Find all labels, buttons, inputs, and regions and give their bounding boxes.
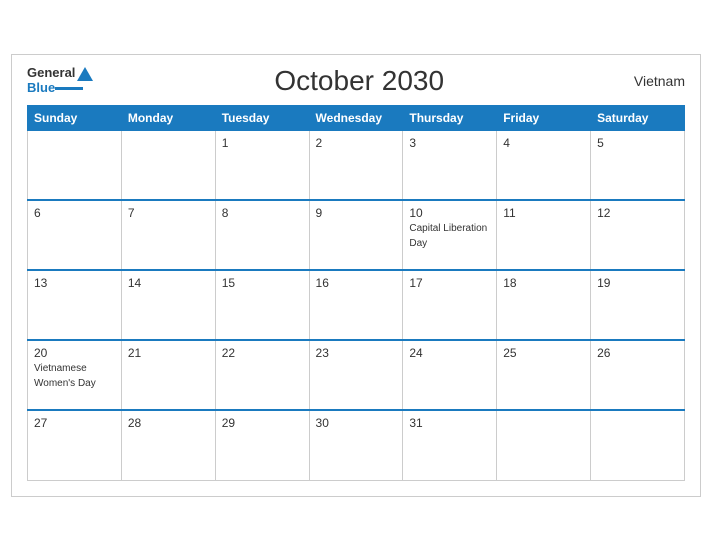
calendar-cell: 27	[28, 410, 122, 480]
calendar-cell: 26	[591, 340, 685, 410]
calendar-week-row: 6789 10 Capital Liberation Day 11 12	[28, 200, 685, 270]
day-number: 28	[128, 416, 209, 430]
day-number: 3	[409, 136, 490, 150]
calendar-cell: 12	[591, 200, 685, 270]
logo-blue-text: Blue	[27, 81, 55, 95]
day-number: 14	[128, 276, 209, 290]
day-number: 4	[503, 136, 584, 150]
day-number: 15	[222, 276, 303, 290]
calendar-cell: 20 Vietnamese Women's Day	[28, 340, 122, 410]
day-number: 21	[128, 346, 209, 360]
calendar-table: Sunday Monday Tuesday Wednesday Thursday…	[27, 105, 685, 481]
header-friday: Friday	[497, 105, 591, 130]
day-number: 24	[409, 346, 490, 360]
logo: General Blue	[27, 66, 93, 95]
logo-underline	[55, 87, 83, 90]
calendar-cell: 24	[403, 340, 497, 410]
month-year-title: October 2030	[93, 65, 625, 97]
day-number: 16	[316, 276, 397, 290]
day-number: 10	[409, 206, 490, 220]
logo-general-text: General	[27, 66, 75, 80]
day-number: 5	[597, 136, 678, 150]
header-thursday: Thursday	[403, 105, 497, 130]
calendar-cell: 8	[215, 200, 309, 270]
day-number: 25	[503, 346, 584, 360]
calendar-cell: 10 Capital Liberation Day	[403, 200, 497, 270]
day-number: 17	[409, 276, 490, 290]
day-number: 2	[316, 136, 397, 150]
header-tuesday: Tuesday	[215, 105, 309, 130]
calendar-cell: 18	[497, 270, 591, 340]
calendar-cell: 28	[121, 410, 215, 480]
weekday-header-row: Sunday Monday Tuesday Wednesday Thursday…	[28, 105, 685, 130]
calendar-week-row: 13 14 15 16 17 18 19	[28, 270, 685, 340]
day-number: 23	[316, 346, 397, 360]
day-number: 11	[503, 206, 584, 220]
calendar-cell: 4	[497, 130, 591, 200]
day-number: 9	[316, 206, 397, 220]
logo-triangle-icon	[77, 67, 93, 81]
calendar-cell: 2	[309, 130, 403, 200]
header-wednesday: Wednesday	[309, 105, 403, 130]
day-number: 1	[222, 136, 303, 150]
header-saturday: Saturday	[591, 105, 685, 130]
day-number: 30	[316, 416, 397, 430]
header-monday: Monday	[121, 105, 215, 130]
day-number: 22	[222, 346, 303, 360]
calendar-cell	[497, 410, 591, 480]
calendar-cell: 31	[403, 410, 497, 480]
calendar-week-row: 12345	[28, 130, 685, 200]
calendar-header: General Blue October 2030 Vietnam	[27, 65, 685, 97]
day-number: 20	[34, 346, 115, 360]
calendar-cell: 1	[215, 130, 309, 200]
calendar-cell: 9	[309, 200, 403, 270]
day-number: 7	[128, 206, 209, 220]
event-text: Capital Liberation Day	[409, 223, 487, 249]
calendar-cell: 22	[215, 340, 309, 410]
day-number: 27	[34, 416, 115, 430]
calendar-cell	[28, 130, 122, 200]
calendar-cell	[591, 410, 685, 480]
calendar-cell: 19	[591, 270, 685, 340]
calendar-cell: 23	[309, 340, 403, 410]
calendar-cell: 30	[309, 410, 403, 480]
calendar-cell: 16	[309, 270, 403, 340]
calendar-cell: 15	[215, 270, 309, 340]
day-number: 31	[409, 416, 490, 430]
day-number: 18	[503, 276, 584, 290]
calendar-cell: 13	[28, 270, 122, 340]
header-sunday: Sunday	[28, 105, 122, 130]
calendar-cell: 29	[215, 410, 309, 480]
day-number: 13	[34, 276, 115, 290]
day-number: 29	[222, 416, 303, 430]
day-number: 19	[597, 276, 678, 290]
day-number: 8	[222, 206, 303, 220]
calendar-container: General Blue October 2030 Vietnam Sunday…	[11, 54, 701, 497]
calendar-cell	[121, 130, 215, 200]
day-number: 6	[34, 206, 115, 220]
calendar-cell: 21	[121, 340, 215, 410]
calendar-week-row: 20 Vietnamese Women's Day 21 22 23 24 25 26	[28, 340, 685, 410]
calendar-week-row: 27 28 29 30 31	[28, 410, 685, 480]
calendar-cell: 17	[403, 270, 497, 340]
day-number: 12	[597, 206, 678, 220]
calendar-cell: 7	[121, 200, 215, 270]
calendar-cell: 14	[121, 270, 215, 340]
calendar-cell: 25	[497, 340, 591, 410]
calendar-cell: 6	[28, 200, 122, 270]
country-label: Vietnam	[625, 73, 685, 89]
day-number: 26	[597, 346, 678, 360]
calendar-cell: 3	[403, 130, 497, 200]
event-text: Vietnamese Women's Day	[34, 363, 96, 389]
calendar-cell: 11	[497, 200, 591, 270]
calendar-cell: 5	[591, 130, 685, 200]
